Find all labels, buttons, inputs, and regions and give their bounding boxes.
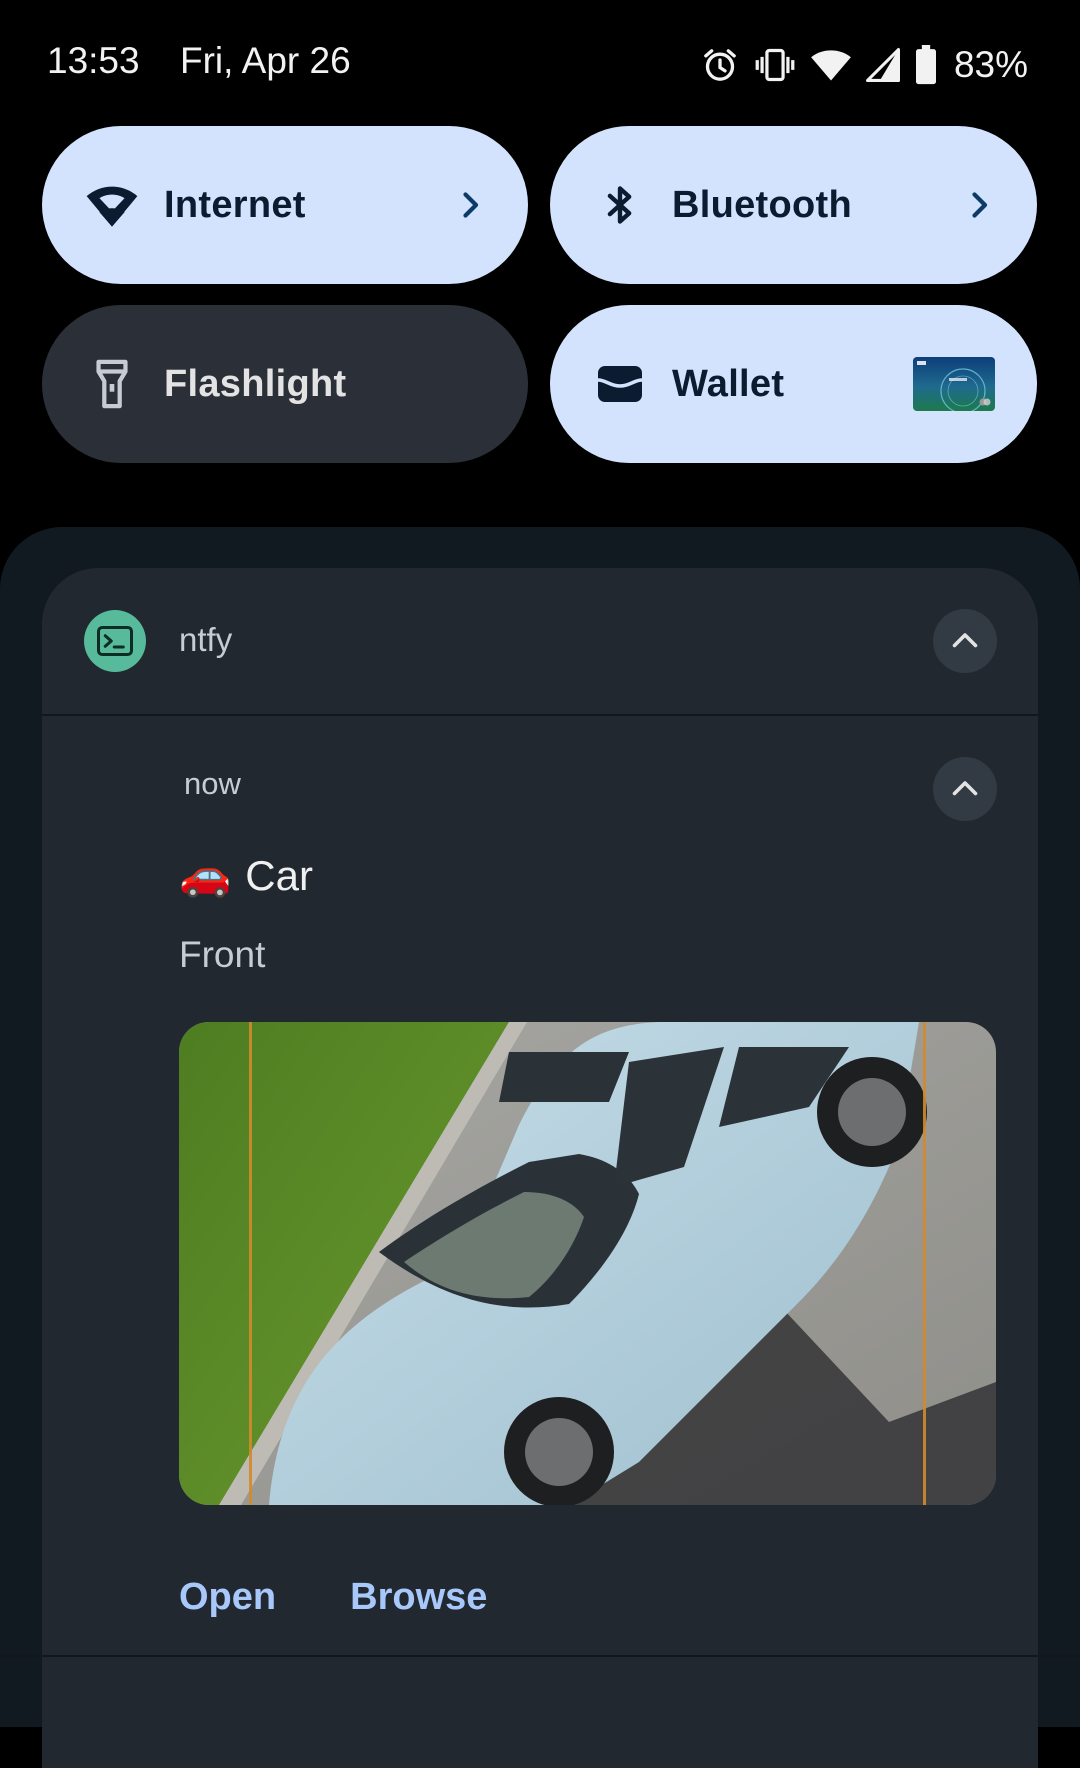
app-name: ntfy (179, 621, 233, 658)
tile-internet[interactable]: Internet (42, 126, 528, 284)
notification-title-text: Car (245, 851, 313, 899)
wifi-icon (84, 177, 140, 233)
collapse-notification-button[interactable] (933, 757, 997, 821)
status-date: Fri, Apr 26 (180, 40, 351, 81)
flashlight-icon (84, 356, 140, 412)
tile-wallet-label: Wallet (672, 362, 785, 405)
credit-card-thumbnail (913, 357, 995, 411)
tile-bluetooth-label: Bluetooth (672, 183, 852, 226)
vibrate-icon (754, 45, 796, 85)
tile-internet-label: Internet (164, 183, 306, 226)
collapse-group-button[interactable] (933, 609, 997, 673)
tile-bluetooth[interactable]: Bluetooth (550, 126, 1037, 284)
notification-card[interactable]: ntfy now 🚗 Car Front Open Browse (42, 568, 1038, 1768)
tile-wallet[interactable]: Wallet (550, 305, 1037, 463)
chevron-up-icon (952, 633, 978, 648)
notification-title: 🚗 Car (179, 851, 313, 900)
alarm-icon (700, 45, 740, 85)
wallet-icon (592, 356, 648, 412)
wifi-icon (810, 46, 852, 84)
cell-signal-icon (865, 47, 900, 83)
open-action-button[interactable]: Open (179, 1576, 276, 1619)
terminal-icon (84, 610, 146, 672)
chevron-right-icon[interactable] (961, 187, 997, 223)
battery-percentage: 83% (953, 44, 1028, 85)
car-photo[interactable] (179, 1022, 996, 1505)
status-time: 13:53 (47, 40, 140, 81)
notification-header[interactable]: ntfy (42, 568, 1038, 716)
notification-time: now (184, 766, 241, 801)
browse-action-button[interactable]: Browse (350, 1576, 487, 1619)
car-emoji-icon: 🚗 (179, 851, 232, 898)
notification-text: Front (179, 934, 266, 975)
battery-icon (914, 45, 938, 85)
tile-flashlight-label: Flashlight (164, 362, 347, 405)
chevron-up-icon (952, 781, 978, 796)
status-icons: 83% (700, 40, 1028, 90)
notification-divider (0, 1655, 1080, 1657)
notification-actions: Open Browse (179, 1576, 487, 1619)
bluetooth-icon (592, 177, 648, 233)
status-bar: 13:53 Fri, Apr 26 83% (0, 0, 1080, 110)
chevron-right-icon[interactable] (452, 187, 488, 223)
tile-flashlight[interactable]: Flashlight (42, 305, 528, 463)
